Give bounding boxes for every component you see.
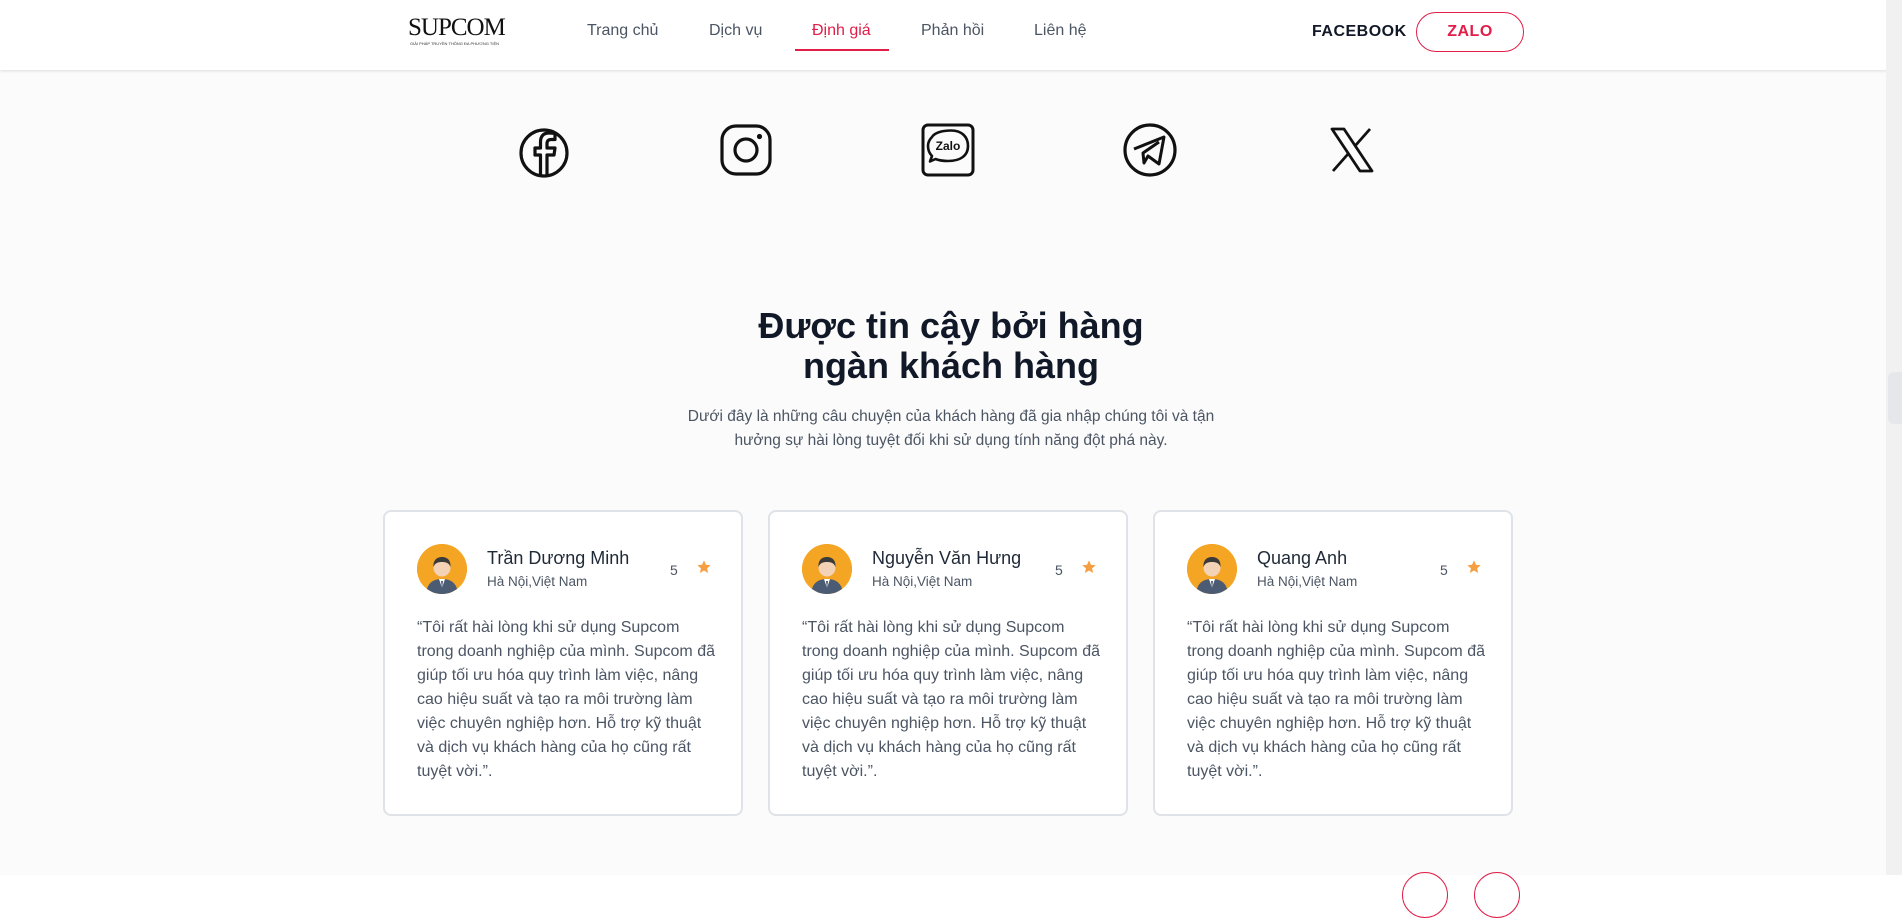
nav-item-services[interactable]: Dịch vụ (709, 22, 762, 40)
testimonial-card: Trần Dương Minh Hà Nội,Việt Nam 5 “Tôi r… (383, 510, 743, 816)
site-header: SUPCOM GIẢI PHÁP TRUYỀN THÔNG ĐA PHƯƠNG … (0, 0, 1902, 70)
side-widget-tab[interactable] (1888, 372, 1902, 424)
nav-item-contact[interactable]: Liên hệ (1034, 22, 1087, 40)
star-icon (1467, 560, 1481, 573)
carousel-next-button[interactable] (1474, 872, 1520, 918)
testimonials-subtitle: Dưới đây là những câu chuyện của khách h… (651, 405, 1251, 453)
testimonial-quote: “Tôi rất hài lòng khi sử dụng Supcom tro… (802, 619, 1100, 780)
nav-item-feedback[interactable]: Phản hồi (921, 22, 984, 40)
logo-tagline: GIẢI PHÁP TRUYỀN THÔNG ĐA PHƯƠNG TIỆN (410, 41, 500, 46)
testimonial-card: Nguyễn Văn Hưng Hà Nội,Việt Nam 5 “Tôi r… (768, 510, 1128, 816)
instagram-icon[interactable] (716, 120, 776, 180)
logo-text: SUPCOM (408, 14, 506, 41)
testimonial-quote: “Tôi rất hài lòng khi sử dụng Supcom tro… (417, 619, 715, 780)
avatar (417, 544, 467, 594)
customer-location: Hà Nội,Việt Nam (872, 574, 973, 589)
avatar (802, 544, 852, 594)
zalo-icon[interactable]: Zalo (918, 120, 978, 180)
testimonial-card: Quang Anh Hà Nội,Việt Nam 5 “Tôi rất hài… (1153, 510, 1513, 816)
avatar (1187, 544, 1237, 594)
nav-item-home[interactable]: Trang chủ (587, 22, 658, 40)
testimonial-quote: “Tôi rất hài lòng khi sử dụng Supcom tro… (1187, 619, 1485, 780)
testimonials-title-line1: Được tin cậy bởi hàng (758, 305, 1144, 346)
star-icon (1082, 560, 1096, 573)
customer-name: Trần Dương Minh (487, 548, 630, 568)
rating-value: 5 (670, 562, 678, 578)
zalo-button[interactable]: ZALO (1416, 12, 1524, 52)
testimonials-subtitle-line1: Dưới đây là những câu chuyện của khách h… (687, 408, 1215, 425)
customer-location: Hà Nội,Việt Nam (1257, 574, 1358, 589)
facebook-icon[interactable] (514, 120, 574, 180)
testimonials-title: Được tin cậy bởi hàng ngàn khách hàng (651, 306, 1251, 386)
carousel-prev-button[interactable] (1402, 872, 1448, 918)
supcom-logo[interactable]: SUPCOM GIẢI PHÁP TRUYỀN THÔNG ĐA PHƯƠNG … (408, 14, 506, 50)
nav-active-underline (795, 49, 889, 51)
facebook-link[interactable]: FACEBOOK (1312, 23, 1407, 41)
star-icon (697, 560, 711, 573)
rating-value: 5 (1055, 562, 1063, 578)
testimonials-title-line2: ngàn khách hàng (802, 345, 1100, 386)
telegram-icon[interactable] (1120, 120, 1180, 180)
customer-name: Nguyễn Văn Hưng (872, 548, 1022, 568)
customer-name: Quang Anh (1257, 548, 1348, 568)
x-icon[interactable] (1322, 120, 1382, 180)
rating-value: 5 (1440, 562, 1448, 578)
zalo-icon-text: Zalo (936, 139, 961, 153)
page: SUPCOM GIẢI PHÁP TRUYỀN THÔNG ĐA PHƯƠNG … (0, 0, 1902, 918)
nav-item-pricing[interactable]: Định giá (812, 22, 871, 40)
page-scrollbar[interactable] (1886, 0, 1902, 875)
testimonials-subtitle-line2: hưởng sự hài lòng tuyệt đối khi sử dụng … (734, 432, 1168, 449)
customer-location: Hà Nội,Việt Nam (487, 574, 588, 589)
